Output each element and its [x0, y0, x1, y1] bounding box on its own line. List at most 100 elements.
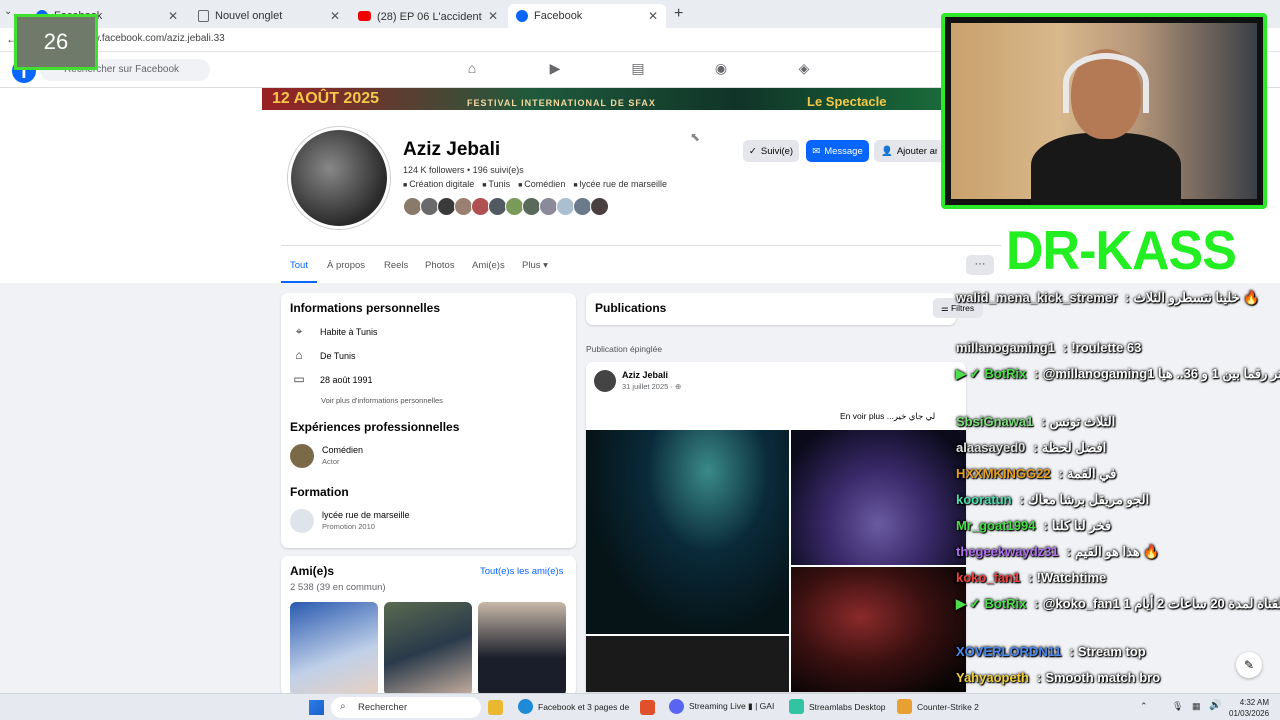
close-icon[interactable]: ✕: [488, 9, 498, 23]
taskbar-label: Facebook et 3 pages de: [538, 701, 630, 712]
work-sub: Actor: [322, 457, 340, 466]
close-icon[interactable]: ✕: [330, 9, 340, 23]
friend-photo[interactable]: [290, 602, 378, 696]
close-icon[interactable]: ✕: [168, 9, 178, 23]
tab-youtube[interactable]: (28) EP 06 L'accident | الأكسيدون ✕: [350, 4, 506, 28]
chat-username[interactable]: BotRix: [985, 366, 1027, 381]
post-photo-audience[interactable]: [791, 430, 966, 565]
url-text[interactable]: www.facebook.com/aziz.jebali.33: [78, 33, 225, 44]
tray-chevron-icon[interactable]: ⌃: [1140, 701, 1148, 712]
message-button[interactable]: ✉ Message: [806, 140, 869, 162]
tab-tout[interactable]: Tout: [290, 260, 308, 271]
follow-check-icon: ✓: [748, 145, 757, 157]
more-options-button[interactable]: ···: [966, 255, 994, 275]
publications-title: Publications: [595, 301, 667, 315]
file-explorer-icon[interactable]: [488, 700, 503, 715]
tab-amis[interactable]: Ami(e)s: [472, 260, 505, 271]
video-icon[interactable]: ▶: [545, 60, 565, 78]
chat-text: هذا هو القيم 🔥: [1074, 544, 1160, 559]
tab-list-icon[interactable]: ⌄: [4, 6, 12, 17]
post-author-name[interactable]: Aziz Jebali: [622, 370, 668, 380]
post-photo-crowd[interactable]: [586, 430, 789, 634]
profile-picture[interactable]: [288, 127, 390, 229]
chat-username[interactable]: walid_mena_kick_stremer: [956, 290, 1117, 305]
marketplace-icon[interactable]: ▤: [628, 60, 648, 78]
message-label: Message: [824, 145, 863, 157]
chat-separator: :: [1043, 518, 1048, 533]
chat-text: الثلاث تونس: [1049, 414, 1116, 429]
taskbar-item-streamlabs[interactable]: Streamlabs Desktop: [789, 699, 886, 714]
work-title: Expériences professionnelles: [290, 420, 460, 434]
tab-plus[interactable]: Plus ▾: [522, 260, 548, 271]
taskbar-item-cs2[interactable]: Counter-Strike 2: [897, 699, 979, 714]
tab-facebook-active[interactable]: Facebook ✕: [508, 4, 666, 28]
edge-icon: [518, 699, 533, 714]
tab-reels[interactable]: Reels: [384, 260, 408, 271]
chat-username[interactable]: millanogaming1: [956, 340, 1055, 355]
friend-photo[interactable]: [384, 602, 472, 696]
intro-title: Informations personnelles: [290, 301, 441, 315]
job-avatar: [290, 444, 314, 468]
chat-username[interactable]: SbsiGnawa1: [956, 414, 1033, 429]
taskbar-item-browser[interactable]: Facebook et 3 pages de: [518, 699, 629, 714]
tab-photos[interactable]: Photos: [425, 260, 455, 271]
chat-username[interactable]: koko_fan1: [956, 570, 1020, 585]
see-all-friends-link[interactable]: Tout(e)s les ami(e)s: [480, 566, 563, 577]
follow-button[interactable]: ✓ Suivi(e): [743, 140, 799, 162]
chat-username[interactable]: Mr_goat1994: [956, 518, 1035, 533]
post-photo-extra[interactable]: [586, 636, 789, 692]
tab-new-tab[interactable]: Nouvel onglet ✕: [190, 4, 348, 28]
new-tab-button[interactable]: +: [674, 5, 683, 23]
profile-tabs: Tout À propos Reels Photos Ami(e)s Plus …: [281, 245, 1001, 283]
chat-separator: :: [1069, 644, 1074, 659]
chat-separator: :: [1062, 340, 1068, 355]
post-date[interactable]: 31 juillet 2025 · ⊕: [622, 382, 681, 391]
clock[interactable]: 4:32 AM 01/03/2026: [1229, 697, 1269, 719]
tab-label: (28) EP 06 L'accident | الأكسيدون: [377, 10, 482, 23]
webcam-feed: [951, 23, 1257, 205]
mutual-friends-avatars[interactable]: [403, 197, 609, 216]
brave-icon[interactable]: [640, 700, 655, 715]
home-icon[interactable]: ⌂: [462, 60, 482, 78]
taskbar-item-discord[interactable]: Streaming Live ▮ | GAI: [669, 699, 774, 714]
chat-text: خلينا نتسطرو الثلاث 🔥: [1133, 290, 1260, 305]
volume-icon[interactable]: 🔊: [1209, 700, 1221, 711]
chat-message: SbsiGnawa1: الثلاث تونس: [956, 414, 1115, 430]
cover-festival: FESTIVAL INTERNATIONAL DE SFAX: [467, 98, 656, 108]
chat-message: alaasayed0: افضل لحظة: [956, 440, 1106, 456]
see-more-info-link[interactable]: Voir plus d'informations personnelles: [321, 396, 443, 405]
chat-username[interactable]: alaasayed0: [956, 440, 1025, 455]
edit-pencil-icon[interactable]: ✎: [1236, 652, 1262, 678]
close-icon[interactable]: ✕: [648, 9, 658, 23]
clock-time: 4:32 AM: [1239, 698, 1270, 707]
add-friend-icon: 👤: [881, 145, 893, 157]
post-author-avatar[interactable]: [594, 370, 616, 392]
profile-meta: Création digitale Tunis Comédien lycée r…: [403, 179, 667, 189]
post-photo-theatre[interactable]: [791, 567, 966, 692]
windows-start-icon[interactable]: [309, 700, 324, 715]
chat-username[interactable]: HXXMKINGG22: [956, 466, 1051, 481]
groups-icon[interactable]: ◉: [711, 60, 731, 78]
post-text[interactable]: En voir plus ...لي جاي خير: [840, 411, 935, 422]
chat-username[interactable]: thegeekwaydz31: [956, 544, 1059, 559]
network-icon[interactable]: ▦: [1192, 701, 1201, 712]
avatar[interactable]: [590, 197, 609, 216]
tab-a-propos[interactable]: À propos: [327, 260, 365, 271]
cover-photo[interactable]: 12 AOÛT 2025 FESTIVAL INTERNATIONAL DE S…: [262, 88, 942, 110]
streamlabs-icon: [789, 699, 804, 714]
work-text: Comédien Actor: [322, 445, 363, 467]
taskbar-search-input[interactable]: Rechercher: [331, 697, 481, 718]
education-text: lycée rue de marseille Promotion 2010: [322, 510, 410, 532]
chat-text: الجو مريقل برشا معاك: [1027, 492, 1150, 507]
friend-photo[interactable]: [478, 602, 566, 696]
friends-card: Ami(e)s 2 538 (39 en commun) Tout(e)s le…: [281, 556, 576, 696]
chat-username[interactable]: kooratun: [956, 492, 1012, 507]
add-friend-button[interactable]: 👤 Ajouter ami: [874, 140, 944, 162]
chat-username[interactable]: BotRix: [985, 596, 1027, 611]
gaming-icon[interactable]: ◈: [794, 60, 814, 78]
microphone-icon[interactable]: 🎙: [1172, 701, 1183, 712]
profile-stats[interactable]: 124 K followers • 196 suivi(e)s: [403, 165, 524, 175]
chat-username[interactable]: Yahyaopeth: [956, 670, 1029, 685]
work-role: Comédien: [322, 445, 364, 455]
chat-username[interactable]: XOVERLORDN11: [956, 644, 1061, 659]
